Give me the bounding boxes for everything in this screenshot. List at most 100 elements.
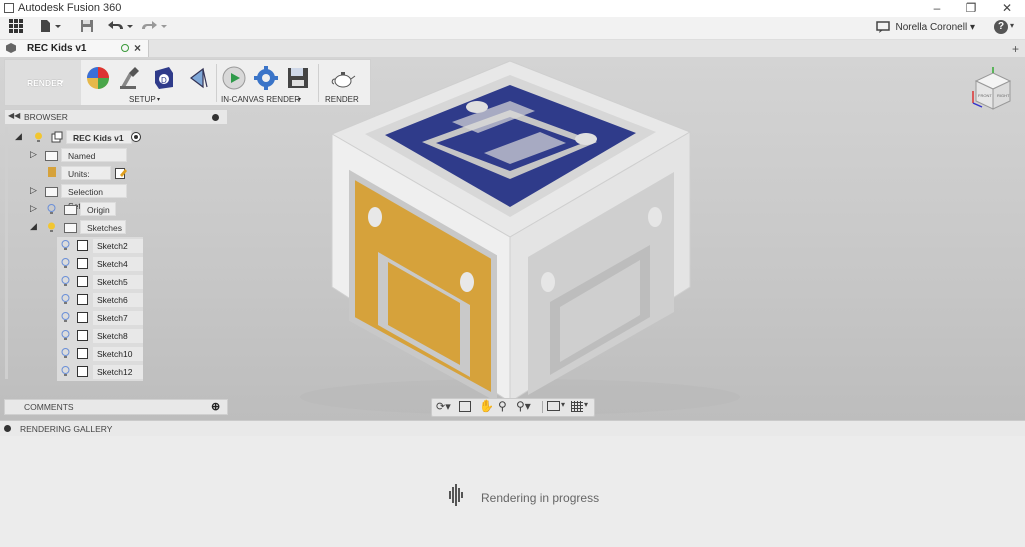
restore-icon[interactable]: ❐ xyxy=(954,0,988,17)
visibility-bulb-off-icon[interactable] xyxy=(61,312,70,323)
comments-title: COMMENTS xyxy=(24,402,74,412)
units-document-icon xyxy=(48,167,56,177)
selection-sets-item[interactable]: Selection Sets xyxy=(61,184,127,211)
viewcube-right-label: RIGHT xyxy=(997,93,1010,98)
display-chevron-icon[interactable]: ▾ xyxy=(561,400,565,409)
file-menu-icon[interactable] xyxy=(38,19,64,37)
folder-icon xyxy=(45,151,58,161)
browser-header[interactable]: ◀◀ BROWSER xyxy=(4,109,228,125)
in-canvas-render-group-label[interactable]: IN-CANVAS RENDER xyxy=(221,95,300,104)
scene-settings-icon[interactable] xyxy=(85,65,111,94)
grid-chevron-icon[interactable]: ▾ xyxy=(584,400,588,409)
named-views-item[interactable]: Named Views xyxy=(61,148,127,175)
setup-chevron-icon[interactable]: ▾ xyxy=(157,96,160,103)
sketch-icon xyxy=(77,258,88,269)
ribbon-divider xyxy=(318,64,319,102)
visibility-bulb-off-icon[interactable] xyxy=(61,294,70,305)
sketch-label[interactable]: Sketch7 xyxy=(93,311,143,325)
render-settings-gear-icon[interactable] xyxy=(253,65,279,94)
visibility-bulb-icon[interactable] xyxy=(34,132,43,143)
sketch-icon xyxy=(77,366,88,377)
capture-image-icon[interactable] xyxy=(285,65,311,94)
fit-zoom-icon[interactable]: ⚲▾ xyxy=(516,399,531,413)
sketch-label[interactable]: Sketch6 xyxy=(93,293,143,307)
comments-panel-header[interactable]: COMMENTS ⊕ xyxy=(4,399,228,415)
viewcube-front-label: FRONT xyxy=(978,93,992,98)
new-tab-icon[interactable]: + xyxy=(1012,42,1019,56)
sketch-icon xyxy=(77,348,88,359)
visibility-bulb-off-icon[interactable] xyxy=(47,204,56,215)
visibility-bulb-icon[interactable] xyxy=(47,222,56,233)
sketch-label[interactable]: Sketch4 xyxy=(93,257,143,271)
close-tab-icon[interactable]: × xyxy=(134,41,141,55)
rendering-gallery: Rendering in progress xyxy=(0,436,1025,547)
setup-group-label[interactable]: SETUP xyxy=(129,95,156,104)
expand-arrow-icon[interactable]: ▷ xyxy=(30,149,37,160)
browser-title: BROWSER xyxy=(24,112,68,122)
look-at-icon[interactable] xyxy=(459,401,471,412)
gallery-collapse-icon[interactable] xyxy=(4,425,11,432)
visibility-bulb-off-icon[interactable] xyxy=(61,330,70,341)
sketch-label[interactable]: Sketch5 xyxy=(93,275,143,289)
visibility-bulb-off-icon[interactable] xyxy=(61,258,70,269)
job-status-icon[interactable] xyxy=(872,19,894,37)
texture-map-icon[interactable] xyxy=(185,65,211,94)
document-tab-title: REC Kids v1 xyxy=(27,43,87,54)
minimize-icon[interactable]: – xyxy=(920,0,954,17)
browser-scrollbar[interactable] xyxy=(5,127,8,379)
activate-radio-icon[interactable] xyxy=(131,132,141,142)
help-button[interactable]: ? xyxy=(994,20,1008,34)
folder-icon xyxy=(45,187,58,197)
display-settings-icon[interactable] xyxy=(547,401,560,411)
zoom-icon[interactable]: ⚲ xyxy=(498,399,507,413)
sketch-label[interactable]: Sketch12 xyxy=(93,365,143,379)
redo-icon[interactable] xyxy=(140,19,168,37)
close-window-icon[interactable]: ✕ xyxy=(990,0,1024,17)
collapse-arrow-icon[interactable]: ◢ xyxy=(30,221,37,232)
sketch-icon xyxy=(77,294,88,305)
visibility-bulb-off-icon[interactable] xyxy=(61,348,70,359)
help-chevron-icon[interactable]: ▾ xyxy=(1010,21,1014,30)
chevron-down-icon: ▾ xyxy=(969,22,975,33)
collapse-arrow-icon[interactable]: ◢ xyxy=(15,131,22,142)
edit-units-icon[interactable] xyxy=(115,167,127,179)
browser-panel: ◀◀ BROWSER ◢ REC Kids v1 ▷ Named Views U… xyxy=(4,109,228,381)
workspace-switcher[interactable]: RENDER ▾ xyxy=(5,60,81,105)
browser-minimize-icon[interactable] xyxy=(212,114,219,121)
browser-root-item[interactable]: REC Kids v1 xyxy=(66,130,132,144)
units-item[interactable]: Units: mm xyxy=(61,166,111,193)
expand-arrow-icon[interactable]: ▷ xyxy=(30,203,37,214)
in-canvas-chevron-icon[interactable]: ▾ xyxy=(298,96,301,103)
expand-arrow-icon[interactable]: ▷ xyxy=(30,185,37,196)
visibility-bulb-off-icon[interactable] xyxy=(61,240,70,251)
workspace-chevron-icon: ▾ xyxy=(60,79,64,86)
undo-icon[interactable] xyxy=(106,19,134,37)
origin-item[interactable]: Origin xyxy=(80,202,116,216)
document-tab[interactable]: REC Kids v1 × xyxy=(0,40,149,57)
view-cube[interactable]: FRONT RIGHT xyxy=(968,65,1018,118)
sketch-label[interactable]: Sketch2 xyxy=(93,239,143,253)
render-teapot-icon[interactable] xyxy=(330,65,356,94)
rendering-status: Rendering in progress xyxy=(481,491,600,505)
in-canvas-render-icon[interactable] xyxy=(221,65,247,94)
add-comment-icon[interactable]: ⊕ xyxy=(211,400,220,413)
gallery-title: RENDERING GALLERY xyxy=(20,424,113,434)
visibility-bulb-off-icon[interactable] xyxy=(61,366,70,377)
sketch-label[interactable]: Sketch8 xyxy=(93,329,143,343)
sketch-icon xyxy=(77,276,88,287)
progress-spinner-icon xyxy=(449,484,463,506)
save-icon[interactable] xyxy=(76,19,98,37)
sketches-item[interactable]: Sketches xyxy=(80,220,126,234)
orbit-icon[interactable]: ⟳▾ xyxy=(436,400,451,413)
sketch-label[interactable]: Sketch10 xyxy=(93,347,143,361)
grid-settings-icon[interactable] xyxy=(571,401,583,412)
collapse-browser-icon[interactable]: ◀◀ xyxy=(8,111,20,120)
appearance-icon[interactable] xyxy=(117,65,143,94)
visibility-bulb-off-icon[interactable] xyxy=(61,276,70,287)
data-panel-grid-icon[interactable] xyxy=(5,19,27,37)
pan-hand-icon[interactable]: ✋ xyxy=(479,399,494,413)
workspace-label: RENDER xyxy=(27,78,63,88)
render-group-label[interactable]: RENDER xyxy=(325,95,359,104)
decal-icon[interactable]: D xyxy=(151,65,177,94)
user-account-menu[interactable]: Norella Coronell ▾ xyxy=(895,22,975,33)
